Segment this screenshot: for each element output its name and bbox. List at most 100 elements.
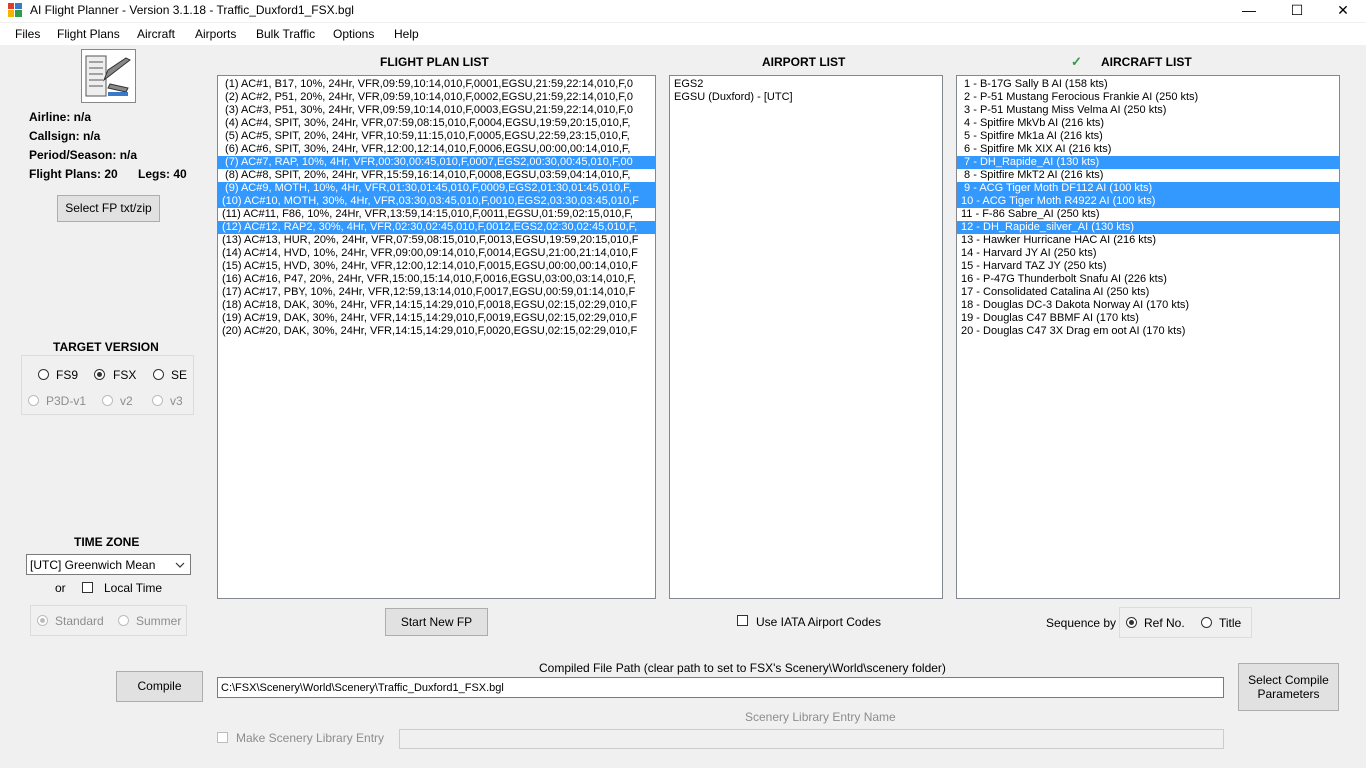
fp-item[interactable]: (3) AC#3, P51, 30%, 24Hr, VFR,09:59,10:1…	[218, 104, 655, 117]
menu-aircraft[interactable]: Aircraft	[137, 27, 175, 41]
fp-item[interactable]: (5) AC#5, SPIT, 20%, 24Hr, VFR,10:59,11:…	[218, 130, 655, 143]
ref-no-label: Ref No.	[1144, 616, 1185, 630]
fsx-label: FSX	[113, 368, 137, 382]
menu-flight-plans[interactable]: Flight Plans	[57, 27, 120, 41]
callsign-label: Callsign: n/a	[29, 129, 101, 143]
check-icon: ✓	[1071, 54, 1082, 69]
aircraft-item[interactable]: 15 - Harvard TAZ JY (250 kts)	[957, 260, 1339, 273]
select-compile-parameters-button[interactable]: Select Compile Parameters	[1238, 663, 1339, 711]
menu-files[interactable]: Files	[15, 27, 40, 41]
start-new-fp-button[interactable]: Start New FP	[385, 608, 488, 636]
target-version-group: FS9 FSX SE P3D-v1 v2 v3	[21, 355, 194, 415]
target-version-title: TARGET VERSION	[53, 340, 159, 354]
fp-item[interactable]: (9) AC#9, MOTH, 10%, 4Hr, VFR,01:30,01:4…	[218, 182, 655, 195]
title-label: Title	[1219, 616, 1242, 630]
fsx-radio[interactable]	[94, 369, 105, 380]
flight-plan-list[interactable]: (1) AC#1, B17, 10%, 24Hr, VFR,09:59,10:1…	[217, 75, 656, 599]
fp-item[interactable]: (7) AC#7, RAP, 10%, 4Hr, VFR,00:30,00:45…	[218, 156, 655, 169]
v2-radio	[102, 395, 113, 406]
aircraft-item[interactable]: 5 - Spitfire Mk1a AI (216 kts)	[957, 130, 1339, 143]
use-iata-checkbox[interactable]	[737, 615, 748, 626]
period-season-label: Period/Season: n/a	[29, 148, 138, 162]
scenery-library-label: Scenery Library Entry Name	[745, 710, 896, 724]
v2-label: v2	[120, 394, 133, 408]
aircraft-item[interactable]: 7 - DH_Rapide_AI (130 kts)	[957, 156, 1339, 169]
v3-label: v3	[170, 394, 183, 408]
fp-item[interactable]: (12) AC#12, RAP2, 30%, 4Hr, VFR,02:30,02…	[218, 221, 655, 234]
minimize-button[interactable]: —	[1226, 0, 1272, 22]
fp-item[interactable]: (8) AC#8, SPIT, 20%, 24Hr, VFR,15:59,16:…	[218, 169, 655, 182]
or-label: or	[55, 581, 66, 595]
menu-airports[interactable]: Airports	[195, 27, 236, 41]
aircraft-item[interactable]: 14 - Harvard JY AI (250 kts)	[957, 247, 1339, 260]
flight-plan-list-title: FLIGHT PLAN LIST	[380, 55, 489, 69]
v3-radio	[152, 395, 163, 406]
scenery-library-input	[399, 729, 1224, 749]
window-title: AI Flight Planner - Version 3.1.18 - Tra…	[30, 3, 354, 17]
aircraft-item[interactable]: 6 - Spitfire Mk XIX AI (216 kts)	[957, 143, 1339, 156]
fp-item[interactable]: (4) AC#4, SPIT, 30%, 24Hr, VFR,07:59,08:…	[218, 117, 655, 130]
aircraft-item[interactable]: 16 - P-47G Thunderbolt Snafu AI (226 kts…	[957, 273, 1339, 286]
time-zone-dropdown[interactable]: [UTC] Greenwich Mean	[26, 554, 191, 575]
aircraft-item[interactable]: 9 - ACG Tiger Moth DF112 AI (100 kts)	[957, 182, 1339, 195]
menu-bulk-traffic[interactable]: Bulk Traffic	[256, 27, 315, 41]
fp-item[interactable]: (20) AC#20, DAK, 30%, 24Hr, VFR,14:15,14…	[218, 325, 655, 338]
close-button[interactable]: ✕	[1320, 0, 1366, 22]
aircraft-item[interactable]: 12 - DH_Rapide_silver_AI (130 kts)	[957, 221, 1339, 234]
fp-item[interactable]: (2) AC#2, P51, 20%, 24Hr, VFR,09:59,10:1…	[218, 91, 655, 104]
aircraft-item[interactable]: 1 - B-17G Sally B AI (158 kts)	[957, 78, 1339, 91]
airline-label: Airline: n/a	[29, 110, 92, 124]
menu-options[interactable]: Options	[333, 27, 374, 41]
standard-radio	[37, 615, 48, 626]
airport-list-title: AIRPORT LIST	[762, 55, 846, 69]
fp-item[interactable]: (17) AC#17, PBY, 10%, 24Hr, VFR,12:59,13…	[218, 286, 655, 299]
compile-button[interactable]: Compile	[116, 671, 203, 702]
aircraft-list[interactable]: 1 - B-17G Sally B AI (158 kts) 2 - P-51 …	[956, 75, 1340, 599]
menu-help[interactable]: Help	[394, 27, 419, 41]
airport-list[interactable]: EGS2 EGSU (Duxford) - [UTC]	[669, 75, 943, 599]
summer-radio	[118, 615, 129, 626]
airline-logo	[81, 49, 136, 103]
airport-item[interactable]: EGSU (Duxford) - [UTC]	[670, 91, 942, 104]
fp-item[interactable]: (6) AC#6, SPIT, 30%, 24Hr, VFR,12:00,12:…	[218, 143, 655, 156]
aircraft-logo-icon	[85, 55, 131, 97]
summer-label: Summer	[136, 614, 182, 628]
fp-item[interactable]: (1) AC#1, B17, 10%, 24Hr, VFR,09:59,10:1…	[218, 78, 655, 91]
fp-item[interactable]: (10) AC#10, MOTH, 30%, 4Hr, VFR,03:30,03…	[218, 195, 655, 208]
aircraft-item[interactable]: 11 - F-86 Sabre_AI (250 kts)	[957, 208, 1339, 221]
airport-item[interactable]: EGS2	[670, 78, 942, 91]
fp-item[interactable]: (19) AC#19, DAK, 30%, 24Hr, VFR,14:15,14…	[218, 312, 655, 325]
time-zone-title: TIME ZONE	[74, 535, 140, 549]
fp-item[interactable]: (18) AC#18, DAK, 30%, 24Hr, VFR,14:15,14…	[218, 299, 655, 312]
fp-item[interactable]: (11) AC#11, F86, 10%, 24Hr, VFR,13:59,14…	[218, 208, 655, 221]
ref-no-radio[interactable]	[1126, 617, 1137, 628]
make-scenery-checkbox	[217, 732, 228, 743]
aircraft-item[interactable]: 13 - Hawker Hurricane HAC AI (216 kts)	[957, 234, 1339, 247]
aircraft-item[interactable]: 20 - Douglas C47 3X Drag em oot AI (170 …	[957, 325, 1339, 338]
local-time-checkbox[interactable]	[82, 582, 93, 593]
aircraft-item[interactable]: 8 - Spitfire MkT2 AI (216 kts)	[957, 169, 1339, 182]
se-radio[interactable]	[153, 369, 164, 380]
fs9-radio[interactable]	[38, 369, 49, 380]
fp-item[interactable]: (16) AC#16, P47, 20%, 24Hr, VFR,15:00,15…	[218, 273, 655, 286]
aircraft-item[interactable]: 3 - P-51 Mustang Miss Velma AI (250 kts)	[957, 104, 1339, 117]
fp-item[interactable]: (15) AC#15, HVD, 30%, 24Hr, VFR,12:00,12…	[218, 260, 655, 273]
title-radio[interactable]	[1201, 617, 1212, 628]
fp-item[interactable]: (14) AC#14, HVD, 10%, 24Hr, VFR,09:00,09…	[218, 247, 655, 260]
dst-group: Standard Summer	[30, 605, 187, 636]
fp-item[interactable]: (13) AC#13, HUR, 20%, 24Hr, VFR,07:59,08…	[218, 234, 655, 247]
legs-count: Legs: 40	[138, 167, 187, 181]
aircraft-item[interactable]: 4 - Spitfire MkVb AI (216 kts)	[957, 117, 1339, 130]
aircraft-item[interactable]: 2 - P-51 Mustang Ferocious Frankie AI (2…	[957, 91, 1339, 104]
compiled-path-input[interactable]	[217, 677, 1224, 698]
aircraft-item[interactable]: 10 - ACG Tiger Moth R4922 AI (100 kts)	[957, 195, 1339, 208]
aircraft-item[interactable]: 18 - Douglas DC-3 Dakota Norway AI (170 …	[957, 299, 1339, 312]
aircraft-item[interactable]: 19 - Douglas C47 BBMF AI (170 kts)	[957, 312, 1339, 325]
aircraft-item[interactable]: 17 - Consolidated Catalina AI (250 kts)	[957, 286, 1339, 299]
maximize-button[interactable]: ☐	[1274, 0, 1320, 22]
local-time-label: Local Time	[104, 581, 163, 595]
standard-label: Standard	[55, 614, 104, 628]
chevron-down-icon	[175, 562, 185, 568]
use-iata-label: Use IATA Airport Codes	[756, 615, 881, 629]
select-fp-button[interactable]: Select FP txt/zip	[57, 195, 160, 222]
